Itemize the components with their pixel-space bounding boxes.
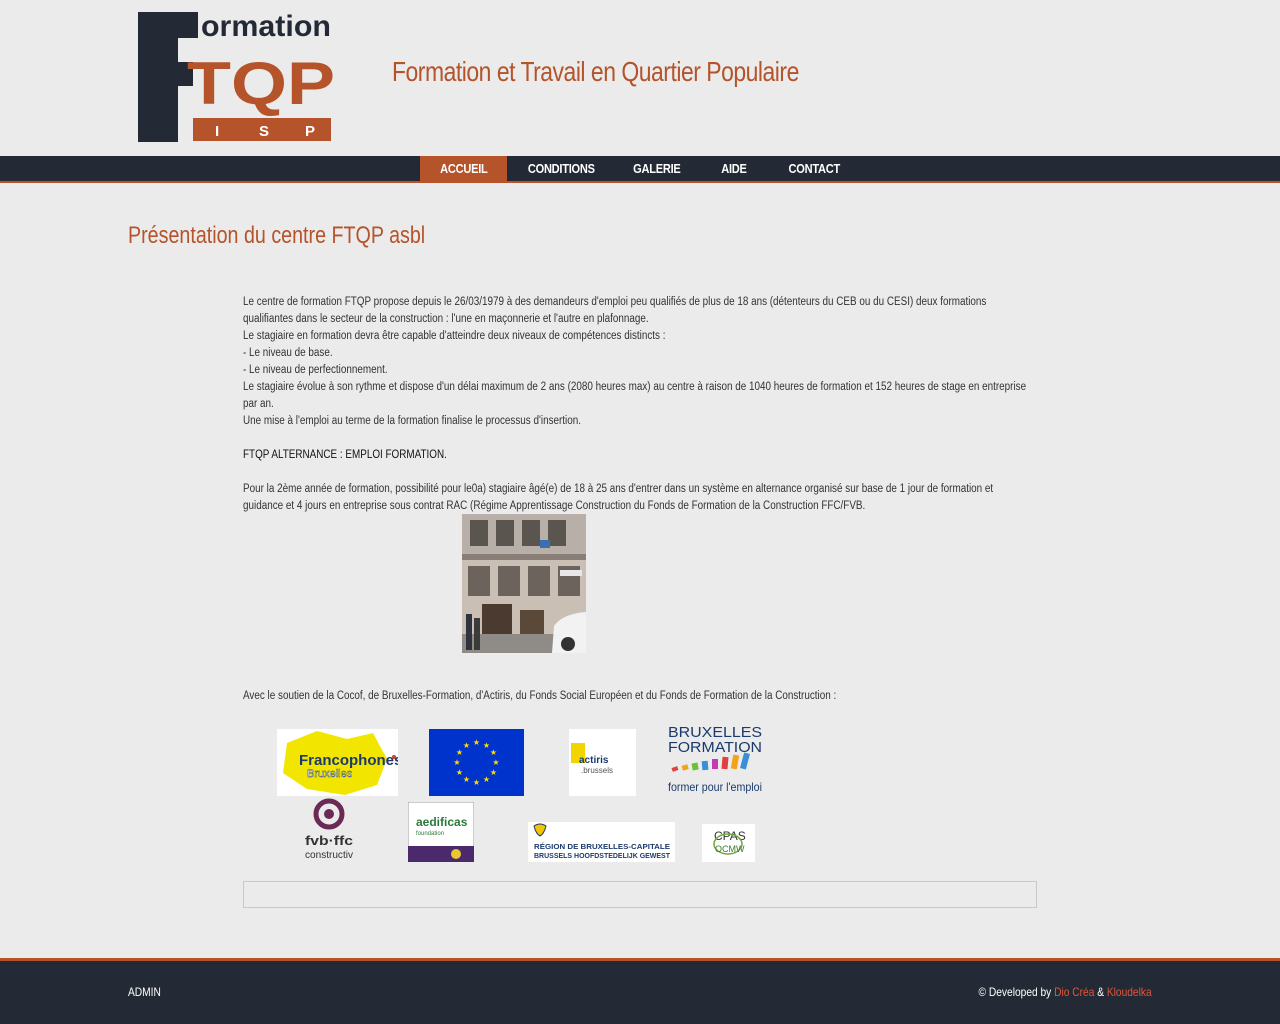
actiris-brussels-text: .brussels [581, 766, 613, 775]
nav-item-contact[interactable]: CONTACT [780, 156, 848, 181]
nav-item-conditions[interactable]: CONDITIONS [517, 156, 605, 181]
region-nl-text: BRUSSELS HOOFDSTEDELIJK GEWEST [534, 853, 671, 860]
support-text: Avec le soutien de la Cocof, de Bruxelle… [243, 690, 837, 702]
svg-text:★: ★ [463, 775, 470, 784]
dev-link-dio-crea[interactable]: Dio Créa [1054, 985, 1094, 999]
insertion-paragraph: Une mise à l'emploi au terme de la forma… [243, 415, 582, 427]
credits: © Developed by Dio Créa & Kloudelka [979, 985, 1152, 999]
bxl-formation-slogan: former pour l'emploi [668, 780, 762, 794]
francophones-text: Francophones [299, 752, 398, 769]
bruxelles-formation-logo[interactable]: BRUXELLES FORMATION former pour l'emploi [666, 723, 764, 797]
region-bruxelles-capitale-logo[interactable]: RÉGION DE BRUXELLES-CAPITALE BRUSSELS HO… [528, 822, 675, 862]
intro-paragraph: Le centre de formation FTQP propose depu… [243, 296, 987, 325]
logo-word: ormation [201, 10, 331, 43]
francophones-bruxelles-logo[interactable]: Francophones Bruxelles [277, 729, 398, 796]
dev-link-kloudelka[interactable]: Kloudelka [1107, 985, 1152, 999]
main-content: Le centre de formation FTQP propose depu… [243, 294, 1037, 515]
cpas-ocmw-logo[interactable]: CPAS OCMW [702, 824, 755, 862]
actiris-text: actiris [579, 755, 609, 766]
svg-text:★: ★ [483, 775, 490, 784]
ocmw-text: OCMW [715, 844, 745, 854]
svg-text:★: ★ [490, 748, 497, 757]
nav-item-aide[interactable]: AIDE [710, 156, 758, 181]
svg-text:★: ★ [473, 778, 480, 787]
ftqp-logo[interactable]: ormation TQP I S P [137, 8, 337, 144]
bruxelles-text: Bruxelles [307, 768, 353, 780]
site-header: ormation TQP I S P Formation et Travail … [0, 0, 1280, 156]
aedificas-foundation-logo[interactable]: aedificas foundation [408, 802, 474, 862]
alternance-paragraph: Pour la 2ème année de formation, possibi… [243, 483, 994, 512]
logo-sub-p: P [305, 123, 315, 140]
admin-link[interactable]: ADMIN [128, 985, 161, 999]
empty-content-box [243, 881, 1037, 908]
logo-letters: TQP [187, 50, 335, 117]
fvb-text: fvb·ffc [305, 833, 353, 848]
main-navigation: ACCUEIL CONDITIONS GALERIE AIDE CONTACT [0, 156, 1280, 183]
svg-text:★: ★ [453, 758, 460, 767]
svg-text:★: ★ [492, 758, 499, 767]
fvb-ffc-constructiv-logo[interactable]: fvb·ffc constructiv [305, 798, 354, 862]
logo-sub-s: S [259, 123, 269, 140]
credits-ampersand: & [1094, 985, 1108, 999]
aedificas-text: aedificas [416, 815, 468, 829]
level-advanced: - Le niveau de perfectionnement. [243, 364, 388, 376]
actiris-logo[interactable]: actiris .brussels [569, 729, 636, 796]
level-basic: - Le niveau de base. [243, 347, 333, 359]
page-title: Présentation du centre FTQP asbl [128, 222, 426, 249]
nav-item-accueil[interactable]: ACCUEIL [420, 156, 507, 181]
svg-text:★: ★ [490, 768, 497, 777]
svg-text:★: ★ [456, 768, 463, 777]
alternance-heading: FTQP ALTERNANCE : EMPLOI FORMATION. [243, 449, 447, 461]
region-fr-text: RÉGION DE BRUXELLES-CAPITALE [534, 842, 670, 851]
building-photo [462, 514, 586, 653]
site-tagline: Formation et Travail en Quartier Populai… [392, 56, 799, 87]
constructiv-text: constructiv [305, 850, 353, 861]
svg-text:★: ★ [473, 738, 480, 747]
rhythm-paragraph: Le stagiaire évolue à son rythme et disp… [243, 381, 1027, 410]
nav-item-galerie[interactable]: GALERIE [625, 156, 689, 181]
logo-sub-i: I [215, 123, 219, 140]
site-footer: ADMIN © Developed by Dio Créa & Kloudelk… [0, 958, 1280, 1024]
aedificas-foundation-text: foundation [416, 831, 444, 837]
svg-text:★: ★ [463, 741, 470, 750]
bxl-formation-line2: FORMATION [668, 739, 762, 756]
credits-prefix: © Developed by [978, 985, 1055, 999]
competences-paragraph: Le stagiaire en formation devra être cap… [243, 330, 666, 342]
eu-flag-logo[interactable]: ★ ★ ★ ★ ★ ★ ★ ★ ★ ★ ★ ★ [429, 729, 524, 796]
